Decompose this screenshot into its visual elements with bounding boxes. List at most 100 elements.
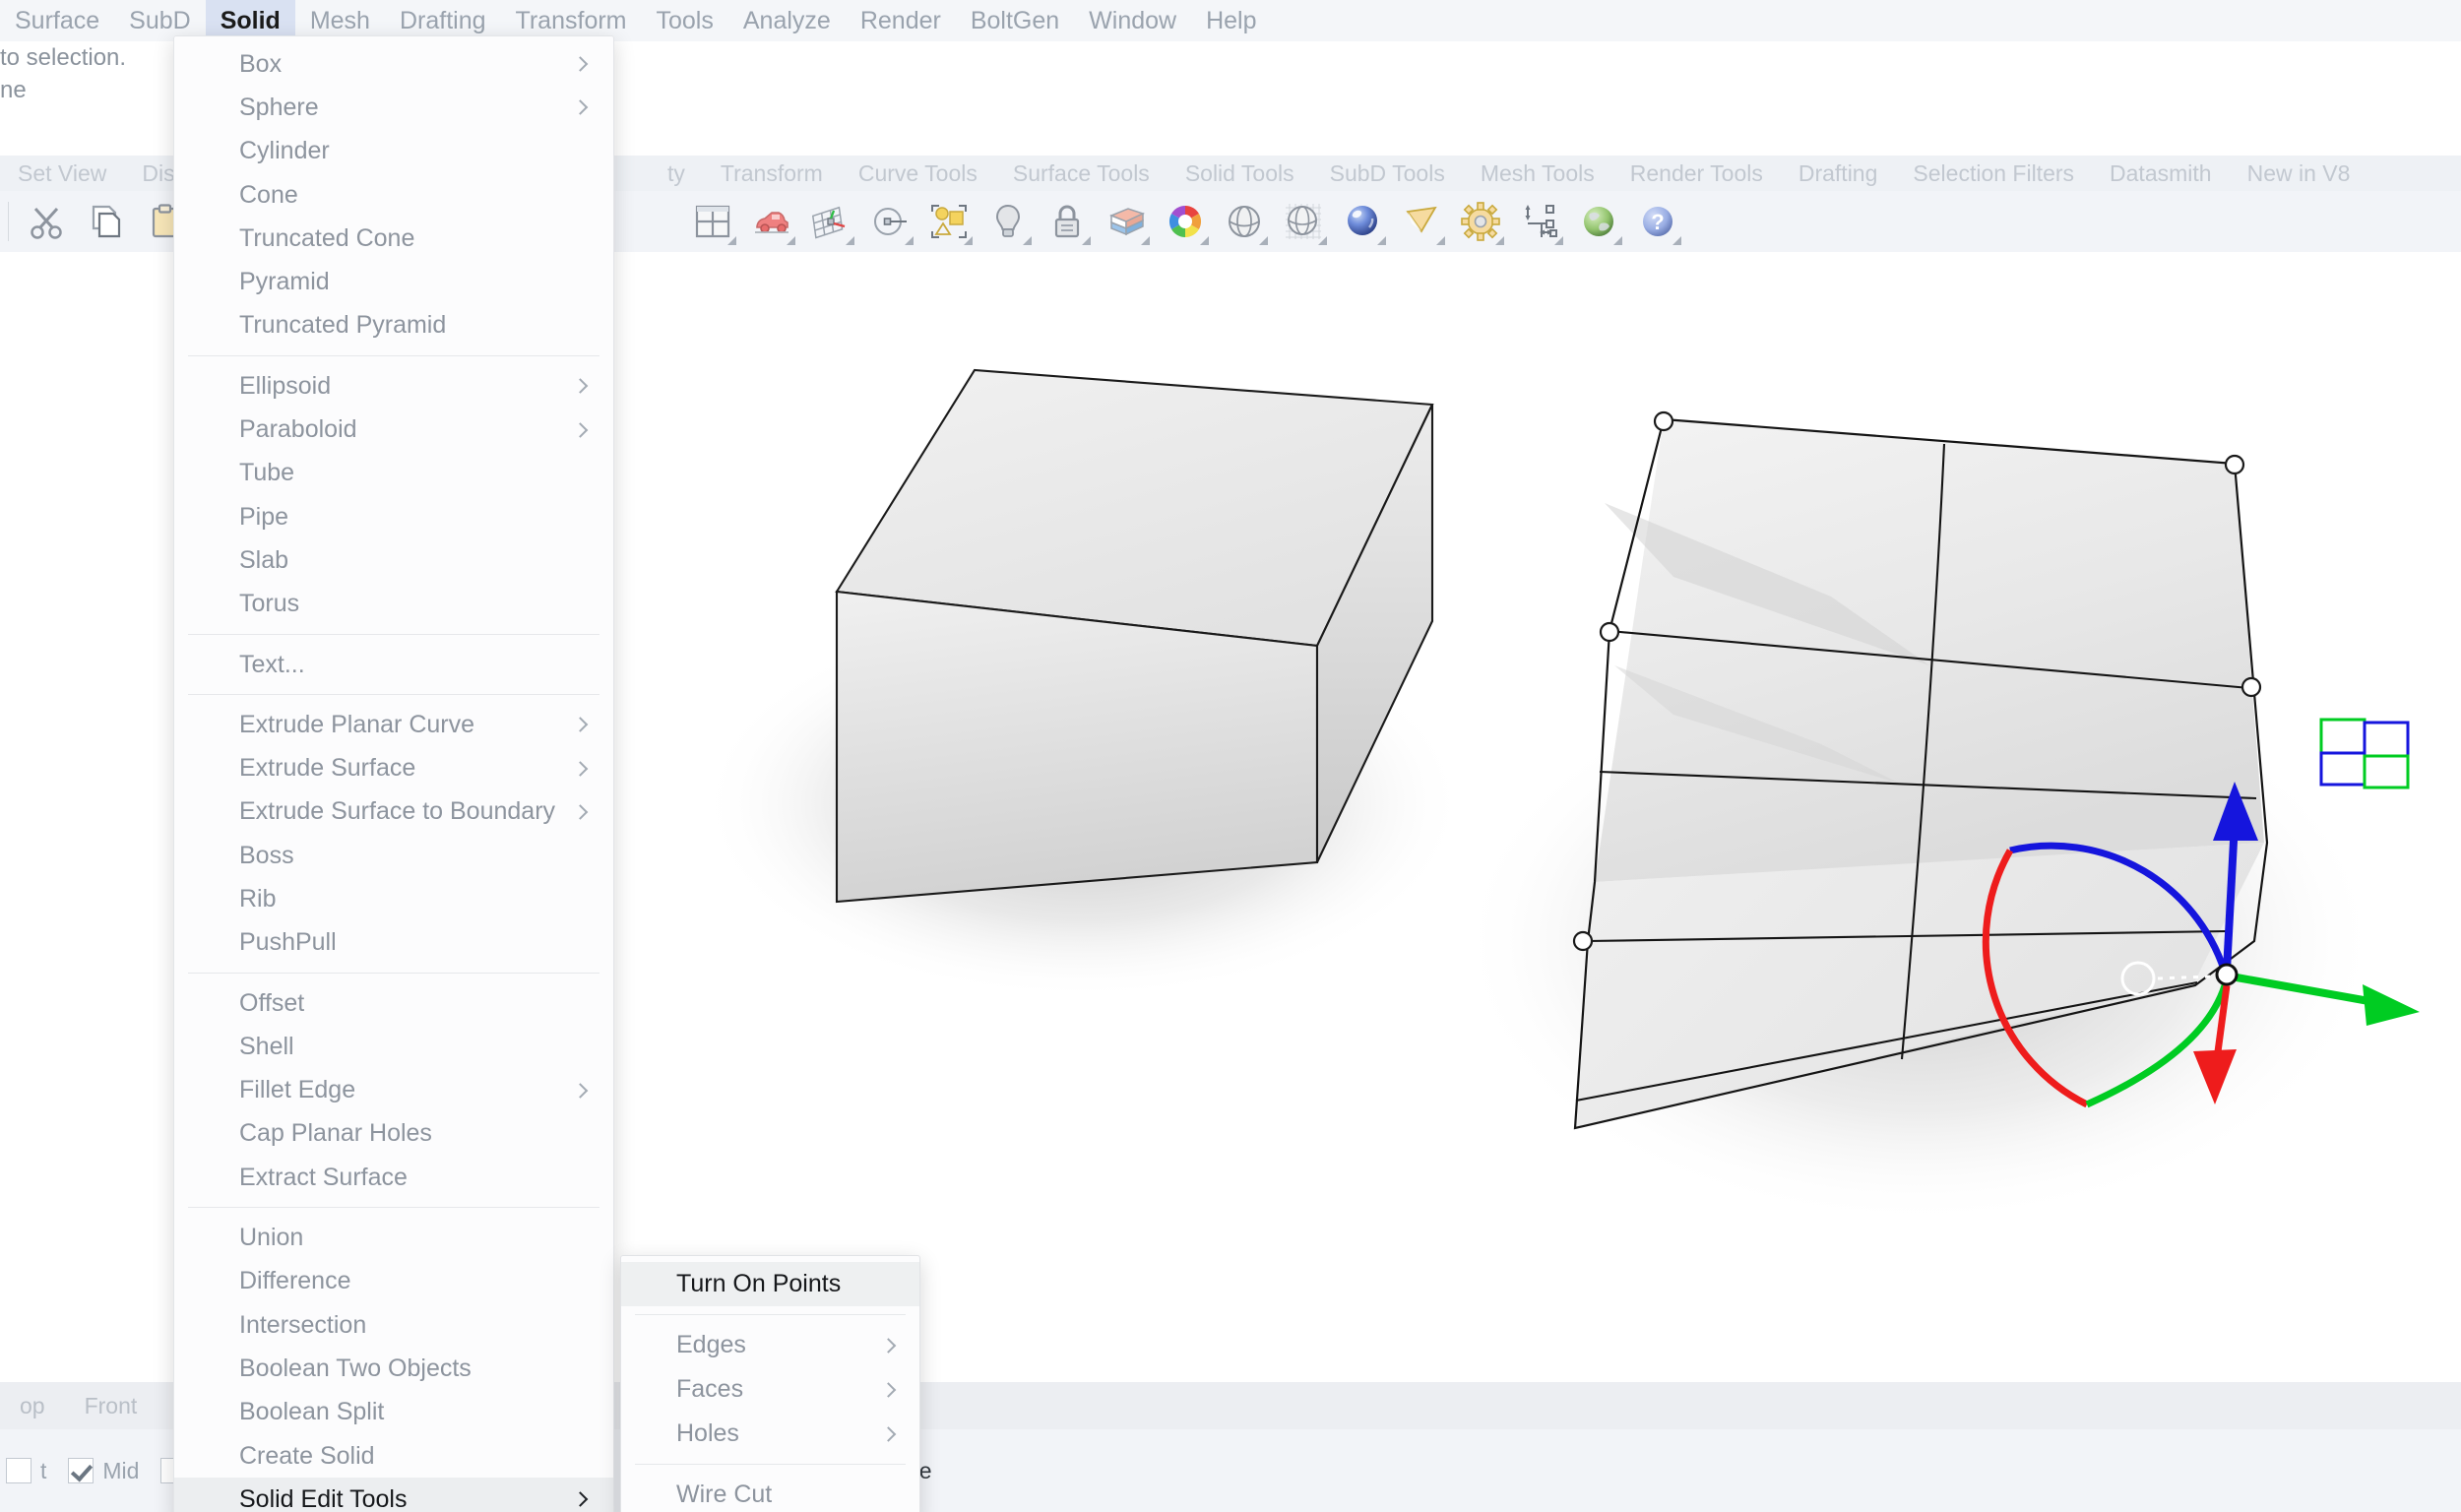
submenu-item-label: Wire Cut — [676, 1480, 772, 1509]
menu-item-extrude-surface-to-boundary[interactable]: Extrude Surface to Boundary — [174, 790, 613, 834]
menu-item-cone[interactable]: Cone — [174, 173, 613, 217]
tab-selection-filters[interactable]: Selection Filters — [1895, 156, 2092, 191]
tab-mesh-tools[interactable]: Mesh Tools — [1463, 156, 1612, 191]
menu-item-intersection[interactable]: Intersection — [174, 1303, 613, 1347]
menu-item-tube[interactable]: Tube — [174, 452, 613, 495]
tab-new-in-v8[interactable]: New in V8 — [2230, 156, 2368, 191]
flyout-marker — [1318, 236, 1327, 245]
chevron-right-icon — [573, 100, 589, 116]
menu-item-offset[interactable]: Offset — [174, 981, 613, 1025]
menu-item-boss[interactable]: Boss — [174, 834, 613, 877]
menu-tools[interactable]: Tools — [642, 0, 728, 41]
menu-help[interactable]: Help — [1191, 0, 1271, 41]
tab-surface-tools[interactable]: Surface Tools — [995, 156, 1167, 191]
tab-set-view[interactable]: Set View — [0, 156, 124, 191]
osnap-point-checkbox[interactable] — [6, 1458, 32, 1483]
submenu-item-turn-on-points[interactable]: Turn On Points — [621, 1262, 919, 1306]
menu-render[interactable]: Render — [846, 0, 956, 41]
menu-item-rib[interactable]: Rib — [174, 877, 613, 920]
tab-drafting[interactable]: Drafting — [1781, 156, 1896, 191]
submenu-item-faces[interactable]: Faces — [621, 1367, 919, 1412]
cut-icon[interactable] — [21, 196, 72, 247]
menu-item-extract-surface[interactable]: Extract Surface — [174, 1156, 613, 1199]
menu-item-cap-planar-holes[interactable]: Cap Planar Holes — [174, 1112, 613, 1156]
menu-item-extrude-planar-curve[interactable]: Extrude Planar Curve — [174, 703, 613, 746]
menu-item-boolean-two-objects[interactable]: Boolean Two Objects — [174, 1347, 613, 1390]
menu-item-pipe[interactable]: Pipe — [174, 495, 613, 538]
flyout-marker — [964, 236, 973, 245]
menu-analyze[interactable]: Analyze — [728, 0, 846, 41]
gumball-origin — [2217, 965, 2237, 984]
menu-item-difference[interactable]: Difference — [174, 1260, 613, 1303]
tab-datasmith[interactable]: Datasmith — [2092, 156, 2230, 191]
submenu-item-wire-cut[interactable]: Wire Cut — [621, 1473, 919, 1512]
color-wheel-icon[interactable] — [1160, 196, 1211, 247]
chevron-right-icon — [573, 761, 589, 777]
flyout-marker — [1554, 236, 1563, 245]
tab-render-tools[interactable]: Render Tools — [1612, 156, 1781, 191]
submenu-separator — [635, 1314, 906, 1315]
menu-item-label: Sphere — [239, 94, 319, 122]
rotate-view-icon[interactable] — [864, 196, 915, 247]
menu-item-torus[interactable]: Torus — [174, 583, 613, 626]
lock-icon[interactable] — [1041, 196, 1093, 247]
gear-icon[interactable] — [1455, 196, 1506, 247]
menu-item-truncated-cone[interactable]: Truncated Cone — [174, 217, 613, 260]
menu-item-truncated-pyramid[interactable]: Truncated Pyramid — [174, 304, 613, 347]
car-icon[interactable] — [746, 196, 797, 247]
osnap-mid-checkbox[interactable] — [68, 1458, 94, 1483]
submenu-item-holes[interactable]: Holes — [621, 1412, 919, 1456]
menu-item-slab[interactable]: Slab — [174, 538, 613, 582]
menu-item-boolean-split[interactable]: Boolean Split — [174, 1391, 613, 1434]
menu-item-pyramid[interactable]: Pyramid — [174, 260, 613, 303]
menu-item-box[interactable]: Box — [174, 42, 613, 86]
viewport-layout-icon[interactable] — [687, 196, 738, 247]
menu-item-union[interactable]: Union — [174, 1216, 613, 1259]
tab-curve-tools[interactable]: Curve Tools — [841, 156, 995, 191]
light-bulb-icon[interactable] — [982, 196, 1034, 247]
tab-subd-tools[interactable]: SubD Tools — [1312, 156, 1463, 191]
menu-boltgen[interactable]: BoltGen — [956, 0, 1074, 41]
viewport-tab-top[interactable]: op — [0, 1382, 65, 1429]
menu-item-create-solid[interactable]: Create Solid — [174, 1434, 613, 1478]
submenu-item-label: Holes — [676, 1419, 739, 1448]
menu-item-ellipsoid[interactable]: Ellipsoid — [174, 364, 613, 408]
menu-item-label: Solid Edit Tools — [239, 1485, 407, 1512]
submenu-item-edges[interactable]: Edges — [621, 1323, 919, 1367]
dimension-icon[interactable] — [1514, 196, 1565, 247]
help-icon[interactable]: ? — [1632, 196, 1683, 247]
menu-item-solid-edit-tools[interactable]: Solid Edit Tools — [174, 1478, 613, 1512]
selection-filter-icon[interactable] — [923, 196, 975, 247]
menu-item-extrude-surface[interactable]: Extrude Surface — [174, 746, 613, 789]
tab-transform[interactable]: Transform — [703, 156, 841, 191]
osnap-point[interactable]: t — [6, 1458, 46, 1484]
layers-icon[interactable] — [1101, 196, 1152, 247]
tab-solid-tools[interactable]: Solid Tools — [1167, 156, 1312, 191]
globe-icon[interactable] — [1573, 196, 1624, 247]
copy-icon[interactable] — [80, 196, 131, 247]
rendered-sphere-icon[interactable] — [1337, 196, 1388, 247]
cplane-grid-icon[interactable] — [805, 196, 856, 247]
menu-item-shell[interactable]: Shell — [174, 1025, 613, 1068]
menu-item-sphere[interactable]: Sphere — [174, 86, 613, 129]
flyout-marker — [1259, 236, 1268, 245]
flyout-marker — [1082, 236, 1091, 245]
wireframe-sphere-icon[interactable] — [1278, 196, 1329, 247]
camera-icon[interactable] — [1396, 196, 1447, 247]
osnap-mid[interactable]: Mid — [68, 1458, 139, 1484]
tab-property[interactable]: ty — [650, 156, 703, 191]
chevron-right-icon — [573, 56, 589, 72]
menu-item-label: Text... — [239, 651, 305, 679]
menu-surface[interactable]: Surface — [0, 0, 114, 41]
menu-item-fillet-edge[interactable]: Fillet Edge — [174, 1069, 613, 1112]
flyout-marker — [905, 236, 914, 245]
viewport-tab-front[interactable]: Front — [65, 1382, 158, 1429]
flyout-marker — [1141, 236, 1150, 245]
menu-item-pushpull[interactable]: PushPull — [174, 921, 613, 965]
menu-item-cylinder[interactable]: Cylinder — [174, 130, 613, 173]
menu-item-text[interactable]: Text... — [174, 643, 613, 686]
submenu-item-label: Faces — [676, 1375, 743, 1404]
menu-item-paraboloid[interactable]: Paraboloid — [174, 408, 613, 451]
menu-window[interactable]: Window — [1074, 0, 1191, 41]
shaded-sphere-icon[interactable] — [1219, 196, 1270, 247]
